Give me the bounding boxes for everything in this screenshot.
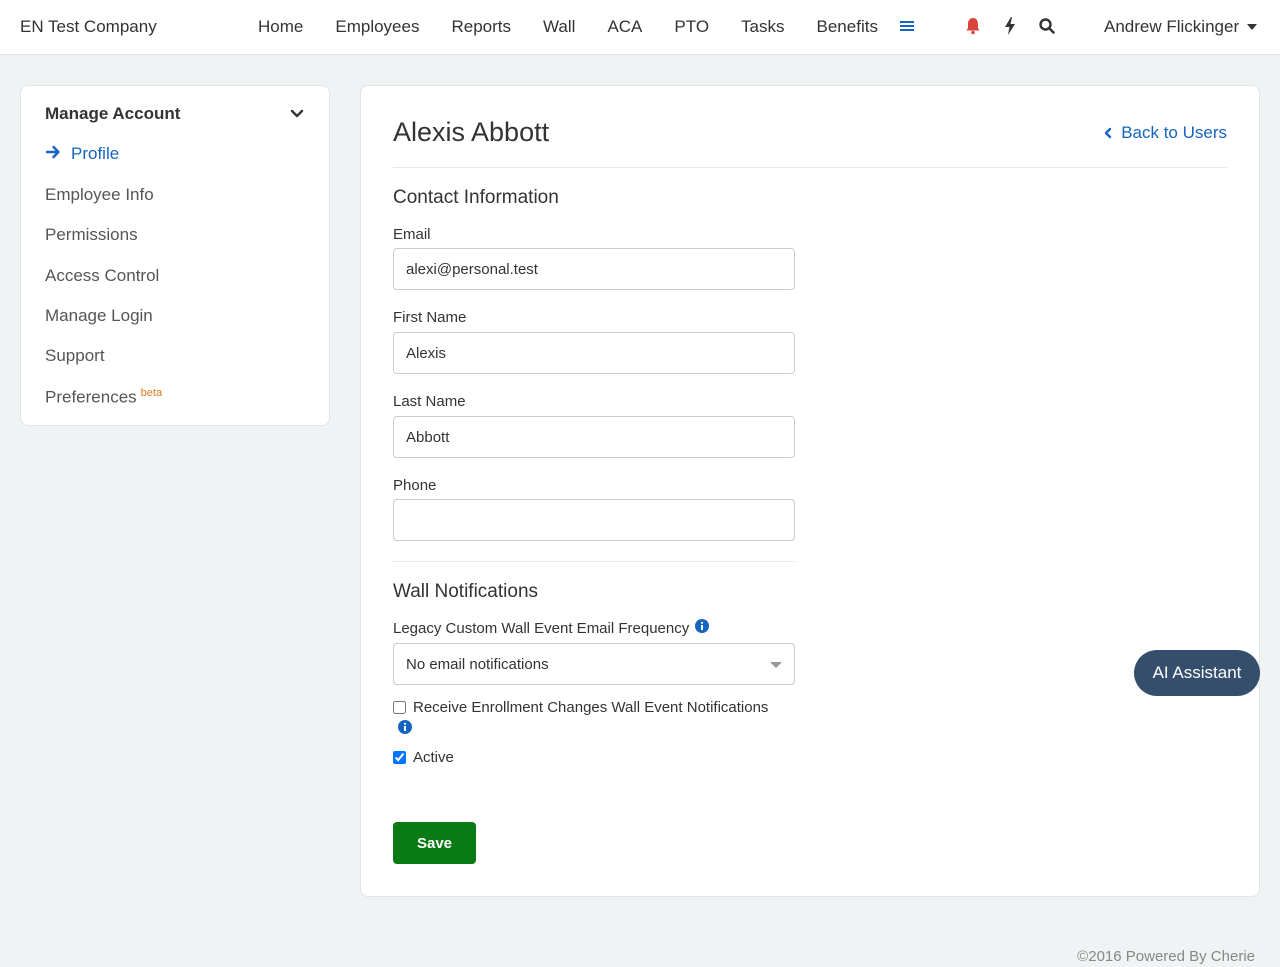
section-divider [393, 561, 795, 562]
company-name[interactable]: EN Test Company [20, 17, 157, 37]
phone-label: Phone [393, 477, 437, 494]
contact-section-title: Contact Information [393, 187, 559, 208]
active-label: Active [413, 749, 454, 766]
nav-aca[interactable]: ACA [591, 0, 658, 54]
last-name-label: Last Name [393, 393, 466, 410]
sidebar-item-label: Preferences [45, 387, 137, 407]
frequency-label: Legacy Custom Wall Event Email Frequency [393, 620, 690, 637]
footer-copyright: ©2016 Powered By Cherie [1077, 948, 1255, 965]
bell-icon[interactable] [964, 16, 984, 36]
frequency-selected-value: No email notifications [406, 656, 549, 673]
enrollment-label: Receive Enrollment Changes Wall Event No… [413, 699, 769, 716]
nav-benefits[interactable]: Benefits [801, 0, 894, 54]
main-nav: Home Employees Reports Wall ACA PTO Task… [242, 0, 894, 54]
nav-reports[interactable]: Reports [435, 0, 527, 54]
top-navbar: EN Test Company Home Employees Reports W… [0, 0, 1280, 55]
user-menu[interactable]: Andrew Flickinger [1104, 17, 1258, 37]
arrow-right-icon [45, 144, 63, 165]
search-icon[interactable] [1038, 16, 1058, 36]
active-checkbox-row: Active [393, 749, 454, 766]
first-name-label: First Name [393, 309, 467, 326]
account-sidebar: Manage Account Profile Employee Info Per… [20, 85, 330, 426]
email-field[interactable] [393, 248, 795, 290]
sidebar-item-employee-info[interactable]: Employee Info [45, 185, 154, 205]
first-name-field[interactable] [393, 332, 795, 374]
chevron-left-icon [1104, 127, 1112, 139]
phone-field[interactable] [393, 499, 795, 541]
sidebar-item-permissions[interactable]: Permissions [45, 225, 138, 245]
user-name: Andrew Flickinger [1104, 17, 1240, 36]
save-button[interactable]: Save [393, 822, 476, 864]
active-checkbox[interactable] [393, 751, 406, 764]
sidebar-item-support[interactable]: Support [45, 346, 105, 366]
lightning-icon[interactable] [1001, 16, 1021, 36]
email-label: Email [393, 226, 431, 243]
wall-section-title: Wall Notifications [393, 581, 539, 602]
nav-home[interactable]: Home [242, 0, 319, 54]
nav-pto[interactable]: PTO [658, 0, 725, 54]
frequency-select[interactable]: No email notifications [393, 643, 795, 685]
sidebar-header[interactable]: Manage Account [45, 104, 180, 124]
nav-tasks[interactable]: Tasks [725, 0, 800, 54]
back-link-label: Back to Users [1121, 123, 1227, 142]
ai-assistant-button[interactable]: AI Assistant [1134, 650, 1260, 696]
header-divider [393, 167, 1227, 168]
select-caret-icon [770, 662, 782, 668]
menu-icon[interactable] [898, 16, 918, 36]
info-icon[interactable] [398, 720, 412, 734]
sidebar-item-access-control[interactable]: Access Control [45, 266, 159, 286]
nav-wall[interactable]: Wall [527, 0, 591, 54]
enrollment-checkbox[interactable] [393, 701, 406, 714]
last-name-field[interactable] [393, 416, 795, 458]
info-icon[interactable] [695, 619, 709, 633]
beta-badge: beta [140, 387, 163, 399]
sidebar-item-label: Profile [71, 144, 120, 163]
sidebar-item-preferences[interactable]: Preferences beta [45, 387, 162, 408]
sidebar-item-profile[interactable]: Profile [45, 144, 119, 165]
caret-down-icon [1247, 24, 1258, 30]
sidebar-item-manage-login[interactable]: Manage Login [45, 306, 153, 326]
nav-employees[interactable]: Employees [319, 0, 435, 54]
enrollment-checkbox-row: Receive Enrollment Changes Wall Event No… [393, 699, 768, 716]
profile-card: Alexis Abbott Back to Users Contact Info… [360, 85, 1260, 897]
chevron-down-icon[interactable] [289, 106, 305, 122]
page-title: Alexis Abbott [393, 117, 550, 147]
back-to-users-link[interactable]: Back to Users [1103, 123, 1227, 143]
